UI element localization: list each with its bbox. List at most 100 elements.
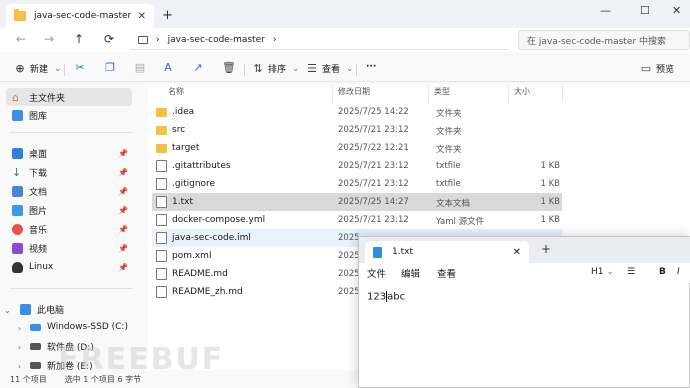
sidebar-item-gallery[interactable]: 图库 [6, 106, 132, 124]
folder-icon [156, 126, 167, 135]
column-divider[interactable] [508, 84, 509, 102]
new-tab-button[interactable]: + [162, 8, 173, 23]
file-icon [156, 232, 167, 244]
notepad-title-bar: 1.txt ✕ + [359, 237, 690, 263]
up-button[interactable]: ↑ [74, 32, 84, 46]
delete-button[interactable]: 🗑 [222, 62, 238, 74]
file-type: 文本文档 [436, 199, 471, 209]
file-name: src [172, 125, 186, 135]
sidebar-item-linux[interactable]: Linux 📌 [6, 258, 132, 276]
explorer-tab[interactable]: java-sec-code-master ✕ [6, 4, 154, 28]
file-size: 1 KB [540, 215, 560, 225]
column-header-name[interactable]: 名称 [168, 86, 184, 97]
pin-icon: 📌 [118, 205, 128, 215]
new-button[interactable]: ⊕ 新建 ⌄ [14, 62, 61, 75]
share-button[interactable]: ↗ [192, 62, 208, 74]
notepad-tab-title: 1.txt [392, 247, 413, 257]
video-icon [12, 242, 23, 254]
copy-button[interactable]: ❐ [104, 62, 120, 74]
sidebar-item-home[interactable]: ⌂ 主文件夹 [6, 88, 132, 106]
close-tab-icon[interactable]: ✕ [138, 11, 146, 22]
table-row[interactable]: src 2025/7/21 23:12 文件夹 [152, 121, 562, 139]
sidebar-item-this-pc[interactable]: 此电脑 [14, 300, 132, 318]
pin-icon: 📌 [118, 167, 128, 177]
column-divider[interactable] [428, 84, 429, 102]
close-tab-icon[interactable]: ✕ [513, 247, 521, 258]
table-row[interactable]: .gitattributes 2025/7/21 23:12 txtfile 1… [152, 157, 562, 175]
cut-button[interactable]: ✂ [74, 62, 90, 74]
address-bar[interactable]: › java-sec-code-master › [130, 30, 508, 50]
chevron-down-icon: ⌄ [292, 63, 300, 74]
sidebar-item-downloads[interactable]: ↓ 下载 📌 [6, 163, 132, 181]
table-row[interactable]: .gitignore 2025/7/21 23:12 txtfile 1 KB [152, 175, 562, 193]
table-row[interactable]: 1.txt 2025/7/25 14:27 文本文档 1 KB [152, 193, 562, 211]
sidebar-item-label: 此电脑 [37, 305, 65, 316]
tab-title: java-sec-code-master [34, 11, 132, 21]
sort-button[interactable]: ⇅ 排序 ⌄ [252, 62, 300, 75]
sidebar-item-documents[interactable]: 文档 📌 [6, 182, 132, 200]
sidebar-item-videos[interactable]: 视频 📌 [6, 239, 132, 257]
more-options-button[interactable]: ··· [366, 62, 376, 72]
file-icon [156, 214, 167, 226]
table-row[interactable]: target 2025/7/22 12:21 文件夹 [152, 139, 562, 157]
item-count: 11 个项目 [10, 374, 47, 384]
file-type: Yaml 源文件 [436, 217, 485, 227]
heading-dropdown[interactable]: H1 ⌄ [591, 267, 614, 277]
pin-icon: 📌 [118, 224, 128, 234]
rename-button[interactable]: A [162, 62, 178, 74]
sidebar-item-label: 音乐 [29, 225, 48, 236]
minimize-button[interactable]: — [600, 4, 611, 17]
column-divider[interactable] [562, 84, 563, 102]
back-button[interactable]: ← [16, 32, 26, 46]
menu-view[interactable]: 查看 [437, 266, 456, 280]
file-date: 2025/7/21 23:12 [338, 179, 409, 189]
expand-chevron-icon[interactable]: › [18, 343, 21, 352]
preview-label: 预览 [656, 65, 675, 75]
table-row[interactable]: docker-compose.yml 2025/7/21 23:12 Yaml … [152, 211, 562, 229]
text-before-caret: 123 [367, 291, 387, 303]
file-icon [156, 178, 167, 190]
column-divider[interactable] [332, 84, 333, 102]
preview-pane-icon: ▭ [640, 61, 652, 75]
list-format-icon[interactable]: ☰ [627, 267, 635, 277]
paste-button[interactable]: ▤ [134, 62, 150, 74]
expand-chevron-icon[interactable]: › [18, 324, 21, 333]
sidebar-item-label: 图片 [29, 206, 48, 217]
sidebar-item-pictures[interactable]: 图片 📌 [6, 201, 132, 219]
sidebar-item-drive-c[interactable]: Windows-SSD (C:) [24, 318, 132, 336]
address-separator[interactable]: › [156, 35, 160, 45]
sidebar-item-desktop[interactable]: 桌面 📌 [6, 144, 132, 162]
maximize-button[interactable]: ☐ [640, 4, 650, 17]
bold-button[interactable]: B [659, 267, 666, 277]
forward-button[interactable]: → [44, 32, 54, 46]
column-header-date[interactable]: 修改日期 [338, 86, 370, 97]
new-tab-button[interactable]: + [541, 242, 551, 256]
address-folder[interactable]: java-sec-code-master [168, 35, 265, 45]
address-separator[interactable]: › [273, 35, 277, 45]
file-name: java-sec-code.iml [172, 233, 251, 243]
menu-edit[interactable]: 编辑 [401, 266, 420, 280]
view-button[interactable]: ☰ 查看 ⌄ [306, 62, 354, 75]
notepad-tab[interactable]: 1.txt ✕ [365, 241, 529, 263]
paste-icon: ▤ [134, 61, 146, 74]
notepad-text-area[interactable]: 123abc [367, 291, 405, 303]
refresh-button[interactable]: ⟳ [104, 32, 114, 46]
home-icon: ⌂ [12, 90, 19, 104]
expand-chevron-icon[interactable]: ⌄ [4, 306, 11, 315]
desktop-icon [12, 147, 23, 159]
folder-icon [14, 9, 26, 21]
search-input[interactable]: 在 java-sec-code-master 中搜索 [518, 30, 690, 50]
column-header-type[interactable]: 类型 [434, 86, 450, 97]
file-date: 2025 [338, 251, 360, 261]
preview-button[interactable]: ▭ 预览 [640, 62, 674, 75]
column-header-size[interactable]: 大小 [514, 86, 530, 97]
file-size: 1 KB [540, 161, 560, 171]
sidebar-item-music[interactable]: 音乐 📌 [6, 220, 132, 238]
table-row[interactable]: .idea 2025/7/25 14:22 文件夹 [152, 103, 562, 121]
trash-icon: 🗑 [222, 61, 236, 74]
menu-file[interactable]: 文件 [367, 266, 386, 280]
notepad-icon [373, 246, 382, 258]
file-icon [156, 268, 167, 280]
italic-icon[interactable]: I [677, 267, 680, 277]
close-window-button[interactable]: ✕ [672, 4, 681, 17]
